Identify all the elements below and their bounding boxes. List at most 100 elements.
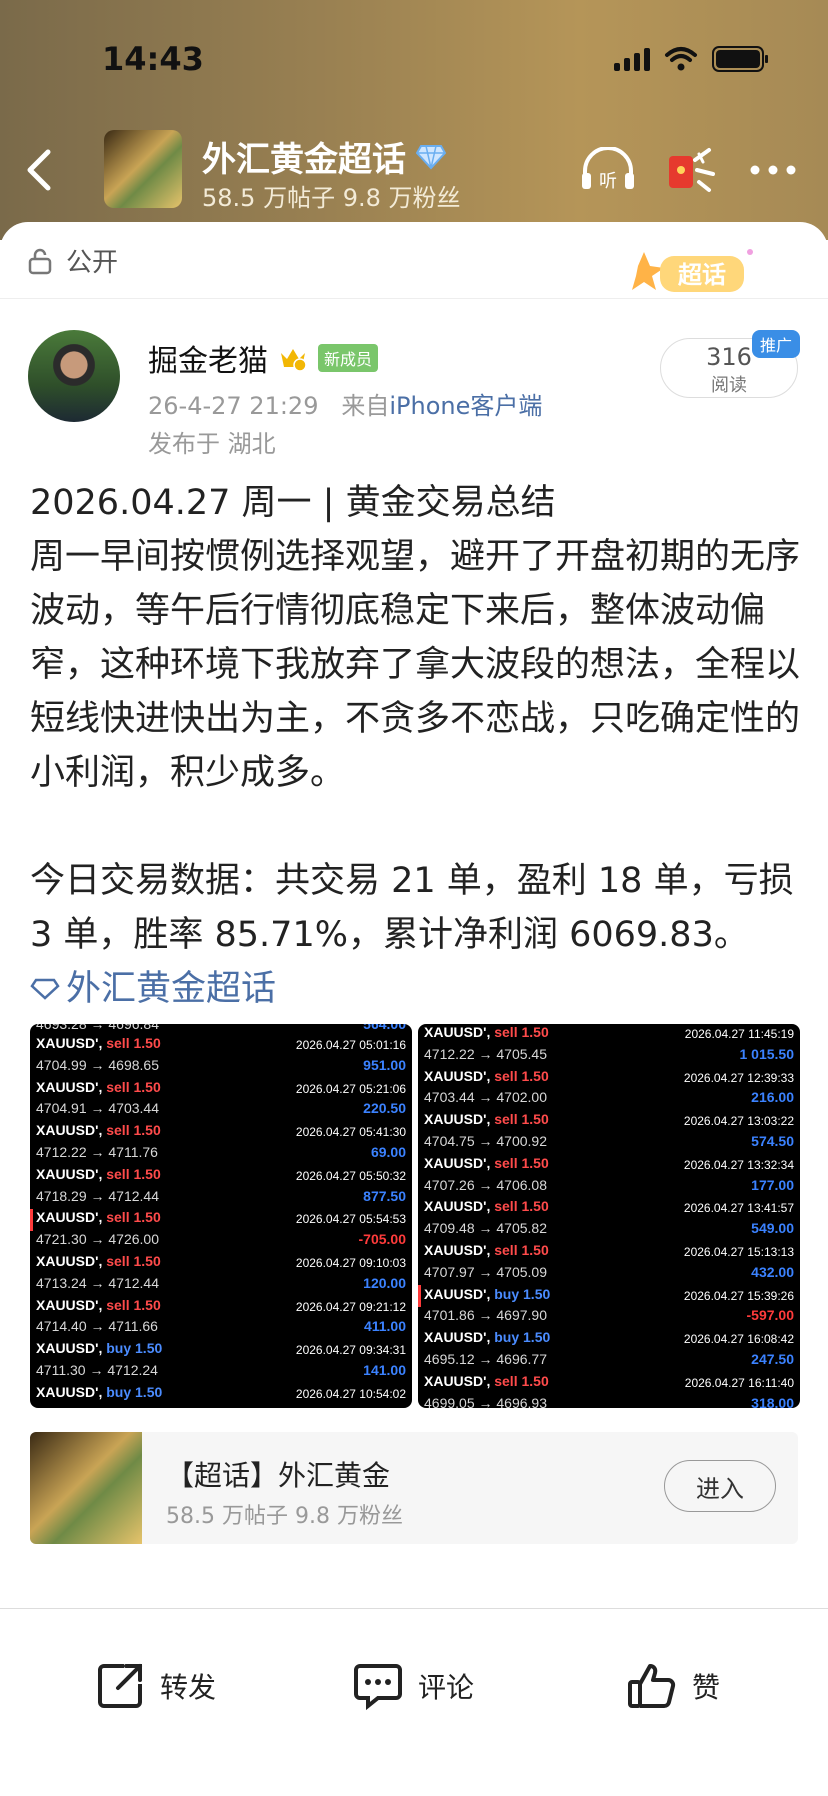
topic-title-row: 外汇黄金超话 <box>202 132 446 181</box>
trade-screenshot-right[interactable]: XAUUSD', sell 1.50 2026.04.27 11:45:19 471… <box>418 1024 800 1408</box>
trade-row-header: XAUUSD', sell 1.50 2026.04.27 13:41:57 <box>418 1198 800 1220</box>
more-icon <box>750 165 796 175</box>
post-source[interactable]: iPhone客户端 <box>389 392 542 420</box>
post-topic-tag[interactable]: 外汇黄金超话 <box>30 962 800 1016</box>
post-paragraph-1: 周一早间按惯例选择观望，避开了开盘初期的无序波动，等午后行情彻底稳定下来后，整体… <box>30 537 801 793</box>
trade-row-header: XAUUSD', sell 1.50 2026.04.27 09:10:03 <box>30 1253 412 1275</box>
super-topic-badge[interactable]: 超话 <box>630 242 760 302</box>
trade-symbol: XAUUSD', sell 1.50 <box>36 1122 161 1139</box>
trade-row-detail: 4704.91 → 4703.44 220.50 <box>30 1100 412 1122</box>
trade-profit: 564.00 <box>363 1024 406 1032</box>
trade-prices: 4712.22 → 4711.76 <box>36 1143 158 1160</box>
lock-icon <box>28 248 52 274</box>
trade-row-partial: 4693.28 → 4696.84 564.00 <box>30 1024 412 1035</box>
status-time: 14:43 <box>102 40 204 78</box>
more-button[interactable] <box>748 144 798 196</box>
promo-badge: 推广 <box>752 330 801 358</box>
trade-time: 2026.04.27 11:45:19 <box>684 1027 794 1041</box>
trade-profit: 549.00 <box>751 1220 794 1237</box>
trade-profit: 220.50 <box>363 1100 406 1117</box>
trade-row-detail: 4711.30 → 4712.24 141.00 <box>30 1362 412 1384</box>
trade-prices: 4711.30 → 4712.24 <box>36 1361 158 1378</box>
trade-symbol: XAUUSD', sell 1.50 <box>36 1296 161 1313</box>
trade-prices: 4707.97 → 4705.09 <box>424 1263 547 1280</box>
trade-prices: 4701.86 → 4697.90 <box>424 1307 547 1324</box>
trade-time: 2026.04.27 16:11:40 <box>684 1375 794 1390</box>
trade-side: sell 1.50 <box>106 1209 161 1226</box>
topic-title: 外汇黄金超话 <box>202 140 406 180</box>
diamond-tag-icon <box>30 978 60 1000</box>
trade-symbol: XAUUSD', sell 1.50 <box>36 1209 161 1226</box>
battery-icon <box>712 46 768 72</box>
topic-cover-image[interactable] <box>104 130 182 208</box>
trade-side: sell 1.50 <box>494 1111 549 1128</box>
comment-button[interactable]: 评论 <box>352 1660 474 1712</box>
loss-marker <box>30 1209 33 1232</box>
new-member-badge: 新成员 <box>318 344 379 372</box>
trade-prices: 4712.22 → 4705.45 <box>424 1045 547 1062</box>
thumbs-up-icon <box>628 1664 676 1708</box>
post-location: 发布于 湖北 <box>148 430 276 458</box>
trade-side: sell 1.50 <box>106 1122 161 1139</box>
trade-time: 2026.04.27 09:34:31 <box>295 1343 406 1358</box>
trade-side: sell 1.50 <box>494 1024 549 1040</box>
trade-row-detail: 4709.48 → 4705.82 549.00 <box>418 1220 800 1242</box>
divider <box>0 298 828 299</box>
avatar[interactable] <box>28 330 120 422</box>
comment-icon <box>354 1664 402 1711</box>
trade-row-header: XAUUSD', sell 1.50 2026.04.27 16:11:40 <box>418 1373 800 1395</box>
trade-symbol: XAUUSD', buy 1.50 <box>36 1340 163 1357</box>
read-count-label: 阅读 <box>711 375 747 396</box>
status-icons <box>614 46 768 72</box>
trade-side: buy 1.50 <box>106 1340 163 1357</box>
trade-side: sell 1.50 <box>494 1154 549 1171</box>
loss-marker <box>418 1285 421 1308</box>
trade-screenshot-left[interactable]: 4693.28 → 4696.84 564.00 XAUUSD', sell 1.5… <box>30 1024 412 1408</box>
repost-button[interactable]: 转发 <box>94 1660 216 1712</box>
like-button[interactable]: 赞 <box>626 1660 720 1712</box>
trade-profit: 247.50 <box>751 1350 794 1367</box>
comment-label: 评论 <box>418 1671 475 1704</box>
trade-side: sell 1.50 <box>106 1252 161 1269</box>
trade-row-detail: 4701.86 → 4697.90 -597.00 <box>418 1285 800 1329</box>
trade-prices: 4704.99 → 4698.65 <box>36 1056 159 1073</box>
trade-time: 2026.04.27 16:08:42 <box>683 1332 794 1347</box>
red-packet-button[interactable] <box>664 144 718 196</box>
post-title-line: 2026.04.27 周一 | 黄金交易总结 <box>30 483 556 523</box>
trade-prices: 4693.28 → 4696.84 <box>36 1024 159 1032</box>
super-topic-name: 【超话】外汇黄金 <box>166 1459 391 1492</box>
trade-side: buy 1.50 <box>494 1329 551 1346</box>
headphones-icon: 听 <box>582 147 634 192</box>
trade-profit: 177.00 <box>751 1176 794 1193</box>
trade-side: sell 1.50 <box>106 1165 161 1182</box>
trade-time: 2026.04.27 13:41:57 <box>683 1201 794 1216</box>
trade-row-header: XAUUSD', sell 1.50 2026.04.27 13:03:22 <box>418 1111 800 1133</box>
super-topic-card[interactable]: 【超话】外汇黄金 58.5 万帖子 9.8 万粉丝 进入 <box>30 1432 798 1544</box>
trade-profit: 318.00 <box>751 1394 794 1408</box>
repost-icon <box>98 1664 142 1708</box>
trade-prices: 4703.44 → 4702.00 <box>424 1089 547 1106</box>
trade-prices: 4709.48 → 4705.82 <box>424 1220 547 1237</box>
enter-button[interactable]: 进入 <box>664 1460 776 1512</box>
super-topic-thumbnail <box>30 1432 142 1544</box>
red-packet-icon <box>669 148 715 192</box>
trade-profit: 574.50 <box>751 1132 794 1149</box>
trade-time: 2026.04.27 05:21:06 <box>295 1081 406 1096</box>
trade-prices: 4704.75 → 4700.92 <box>424 1132 547 1149</box>
visibility-label: 公开 <box>66 248 119 278</box>
trade-row-detail: 4714.40 → 4711.66 411.00 <box>30 1318 412 1340</box>
trade-symbol: XAUUSD', buy 1.50 <box>424 1285 551 1302</box>
trade-time: 2026.04.27 15:13:13 <box>683 1244 794 1259</box>
listen-button[interactable]: 听 <box>578 144 638 196</box>
trade-symbol: XAUUSD', sell 1.50 <box>424 1372 549 1389</box>
trade-row-header: XAUUSD', buy 1.50 2026.04.27 09:34:31 <box>30 1340 412 1362</box>
author-name[interactable]: 掘金老猫 <box>148 336 268 380</box>
back-button[interactable] <box>22 148 56 192</box>
trade-row-detail: 4712.22 → 4705.45 1 015.50 <box>418 1046 800 1068</box>
post-meta: 26-4-27 21:29 来自iPhone客户端 <box>148 386 542 421</box>
trade-side: sell 1.50 <box>106 1078 161 1095</box>
trade-profit: 141.00 <box>363 1361 406 1378</box>
trade-side: sell 1.50 <box>106 1035 161 1051</box>
like-label: 赞 <box>692 1671 721 1704</box>
trade-profit: 216.00 <box>751 1089 794 1106</box>
